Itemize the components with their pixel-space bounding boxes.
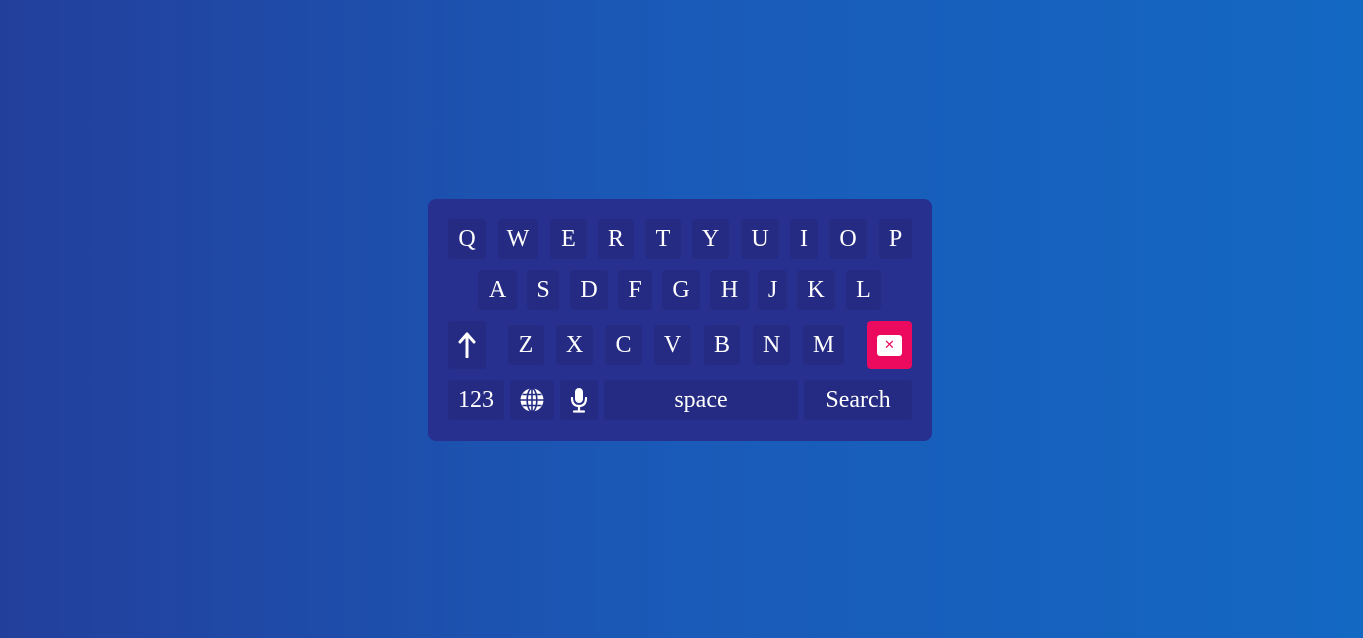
key-w[interactable]: W <box>498 219 538 259</box>
key-s[interactable]: S <box>527 270 559 310</box>
key-a[interactable]: A <box>478 270 517 310</box>
space-key[interactable]: space <box>604 380 798 420</box>
key-o[interactable]: O <box>829 219 867 259</box>
key-q[interactable]: Q <box>448 219 486 259</box>
numbers-key[interactable]: 123 <box>448 380 504 420</box>
key-e[interactable]: E <box>550 219 587 259</box>
key-j[interactable]: J <box>758 270 787 310</box>
key-k[interactable]: K <box>797 270 835 310</box>
backspace-icon: ✕ <box>877 334 902 356</box>
key-m[interactable]: M <box>803 325 844 365</box>
key-f[interactable]: F <box>618 270 652 310</box>
key-i[interactable]: I <box>790 219 818 259</box>
key-n[interactable]: N <box>753 325 790 365</box>
key-u[interactable]: U <box>741 219 779 259</box>
key-d[interactable]: D <box>570 270 608 310</box>
arrow-up-icon <box>458 332 476 358</box>
key-l[interactable]: L <box>846 270 881 310</box>
globe-key[interactable] <box>510 380 554 420</box>
key-x[interactable]: X <box>556 325 593 365</box>
microphone-key[interactable] <box>560 380 598 420</box>
search-key[interactable]: Search <box>804 380 912 420</box>
key-p[interactable]: P <box>879 219 912 259</box>
key-c[interactable]: C <box>605 325 642 365</box>
microphone-icon <box>570 387 588 413</box>
backspace-key[interactable]: ✕ <box>867 321 912 369</box>
key-v[interactable]: V <box>654 325 691 365</box>
virtual-keyboard: Q W E R T Y U I O P A S D F G H J K L Z … <box>428 199 932 441</box>
key-b[interactable]: B <box>704 325 740 365</box>
shift-key[interactable] <box>448 321 486 369</box>
globe-icon <box>519 387 545 413</box>
key-h[interactable]: H <box>710 270 749 310</box>
key-r[interactable]: R <box>598 219 634 259</box>
key-z[interactable]: Z <box>508 325 544 365</box>
key-t[interactable]: T <box>645 219 681 259</box>
key-g[interactable]: G <box>662 270 700 310</box>
key-y[interactable]: Y <box>692 219 729 259</box>
